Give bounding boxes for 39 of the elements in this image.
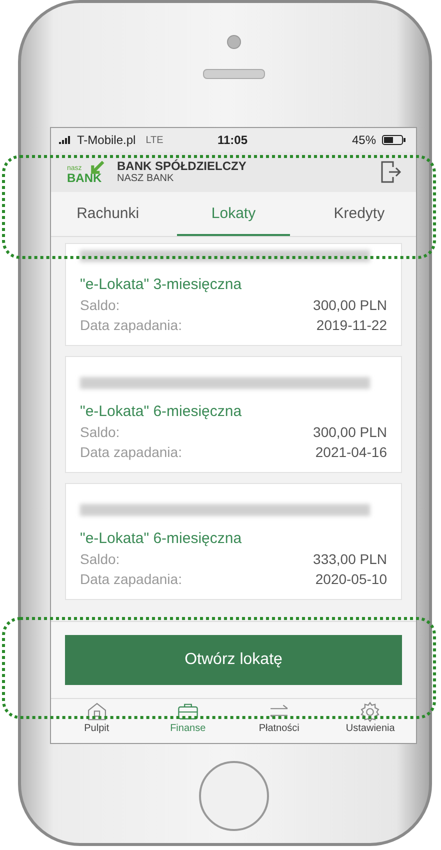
network-type: LTE: [146, 134, 164, 146]
battery-percent: 45%: [352, 133, 376, 147]
maturity-date: 2021-04-16: [315, 444, 387, 460]
signal-icon: [59, 136, 71, 144]
deposit-name: "e-Lokata" 6-miesięczna: [80, 403, 243, 420]
balance-value: 300,00 PLN: [313, 424, 387, 440]
nav-item[interactable]: Ustawienia: [324, 699, 416, 743]
maturity-date: 2020-05-10: [315, 571, 387, 587]
tab[interactable]: Rachunki: [51, 192, 165, 236]
maturity-label: Data zapadania:: [80, 317, 182, 333]
tab[interactable]: Lokaty: [176, 192, 290, 236]
status-time: 11:05: [217, 133, 248, 147]
bank-subname: NASZ BANK: [117, 173, 175, 184]
nav-item[interactable]: Finanse: [142, 699, 234, 743]
deposit-card[interactable]: "e-Lokata" 3-miesięczna Saldo: 300,00 PLN Data zapadania: 2019-11-22: [65, 243, 402, 346]
deposit-name: "e-Lokata" 6-miesięczna: [80, 530, 243, 547]
bank-name: BANK SPÓŁDZIELCZY: [117, 160, 248, 174]
balance-label: Saldo:: [80, 297, 120, 313]
house-icon: [86, 701, 108, 723]
tab[interactable]: Kredyty: [302, 192, 416, 236]
settings-icon: [359, 701, 382, 723]
deposit-card[interactable]: "e-Lokata" 6-miesięczna Saldo: 333,00 PLN Data zapadania: 2020-05-10: [65, 483, 402, 600]
battery-icon: [382, 135, 406, 145]
maturity-date: 2019-11-22: [316, 317, 387, 333]
maturity-label: Data zapadania:: [80, 444, 182, 460]
balance-value: 333,00 PLN: [313, 551, 387, 567]
speaker-slot: [202, 69, 264, 79]
nav-item[interactable]: Pulpit: [51, 699, 142, 743]
open-deposit-button[interactable]: Otwórz lokatę: [65, 635, 402, 685]
camera-dot: [226, 35, 240, 49]
deposit-name: "e-Lokata" 3-miesięczna: [80, 276, 243, 293]
logout-icon[interactable]: [380, 160, 402, 184]
balance-label: Saldo:: [80, 551, 120, 567]
maturity-label: Data zapadania:: [80, 571, 182, 587]
carrier-name: T-Mobile.pl: [77, 133, 136, 147]
balance-value: 300,00 PLN: [313, 297, 387, 313]
balance-label: Saldo:: [80, 424, 120, 440]
nav-item[interactable]: Płatności: [234, 699, 325, 743]
deposit-card[interactable]: "e-Lokata" 6-miesięczna Saldo: 300,00 PLN Data zapadania: 2021-04-16: [65, 356, 402, 473]
